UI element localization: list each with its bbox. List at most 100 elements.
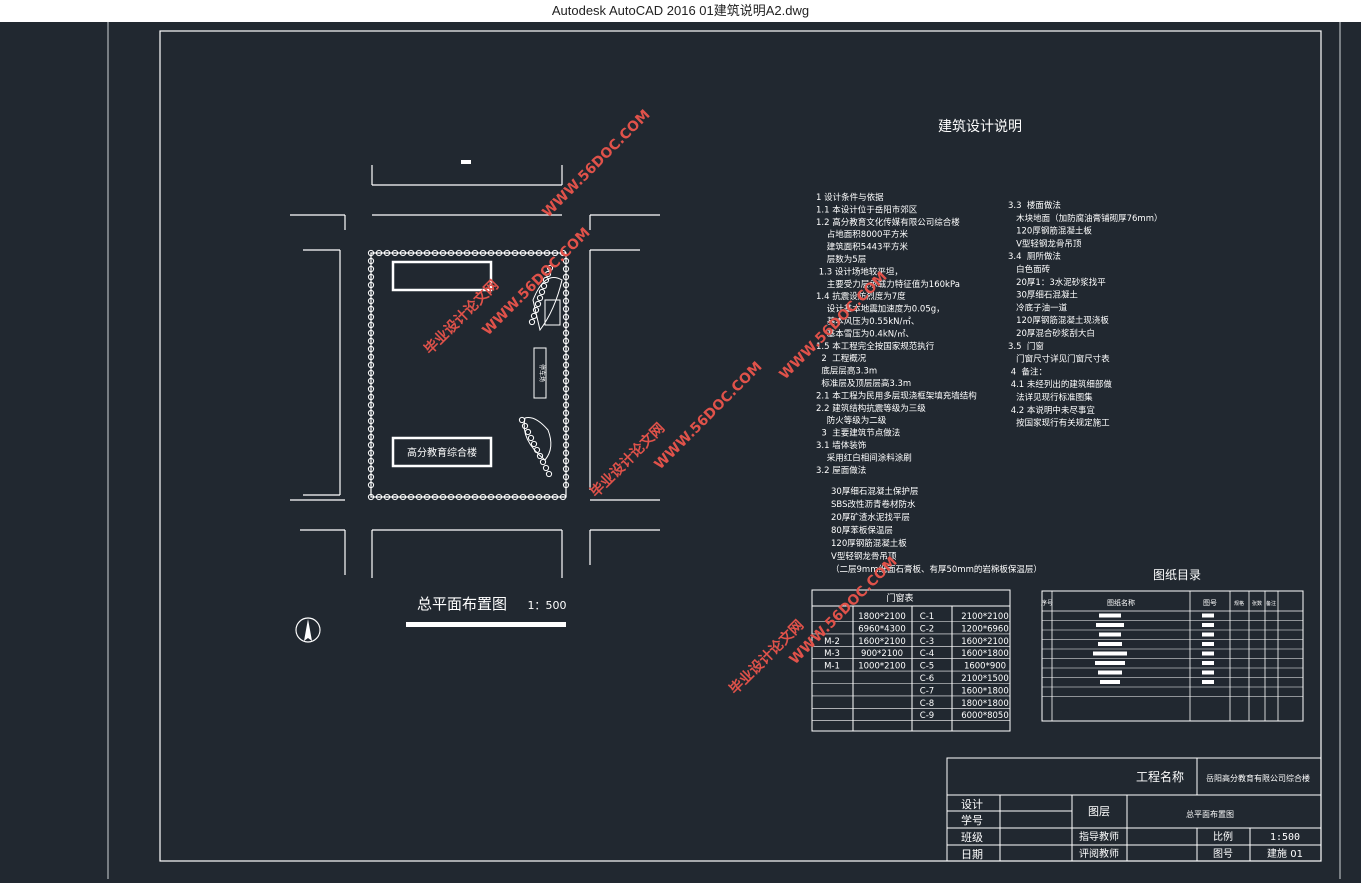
door-table-cell: 1600*1800 [961, 686, 1009, 696]
note-line: 120厚钢筋混凝土板 [831, 538, 907, 549]
note-line: 3 主要建筑节点做法 [816, 428, 900, 439]
door-table-cell: C-2 [920, 624, 934, 634]
reviewer-label: 评阅教师 [1079, 847, 1119, 860]
door-table-cell: M-3 [824, 649, 840, 659]
door-table-cell: C-9 [920, 711, 934, 721]
note-line: 法详见现行标准图集 [1008, 392, 1093, 403]
project-name: 岳阳高分教育有限公司综合楼 [1206, 773, 1310, 783]
note-line: 120厚钢筋混凝土现浇板 [1008, 315, 1109, 326]
door-table-title: 门窗表 [886, 592, 913, 604]
note-line: 4 备注： [1008, 366, 1047, 377]
door-table-cell: 6960*4300 [858, 624, 906, 634]
note-line: 80厚苯板保温层 [831, 525, 893, 536]
drawing-svg[interactable]: 建筑设计说明 高分教育综合楼 停车场 总平面布置图 1：500 1 设计条件与依… [0, 22, 1361, 879]
site-plan-scale: 1：500 [528, 599, 567, 612]
door-table-cell: C-6 [920, 674, 934, 684]
index-entry-name [1099, 632, 1121, 637]
door-table-rows: 1800*2100 C-1 2100*2100 6960*4300 C-2 1200*69… [812, 612, 1010, 721]
door-table-cell: C-1 [920, 612, 934, 622]
door-table-cell: 900*2100 [861, 649, 903, 659]
north-arrow-icon [295, 617, 321, 643]
tree-icon [521, 422, 529, 430]
door-table-cell: C-7 [920, 686, 934, 696]
layer-label: 图层 [1088, 805, 1110, 818]
note-line: 采用红白相间涂料涂刷 [816, 452, 912, 463]
side-label: 停车场 [538, 364, 546, 382]
door-table-cell: 1600*900 [964, 662, 1006, 672]
note-line: 层数为5层 [816, 254, 866, 265]
note-line: 30厚细石混凝土保护层 [831, 486, 918, 497]
index-entry-sheet [1202, 642, 1214, 646]
note-line: 门窗尺寸详见门窗尺寸表 [1008, 354, 1110, 365]
index-header-remarks: 备注 [1266, 600, 1276, 607]
index-entry-name [1100, 680, 1120, 684]
note-line: （二层9mm纸面石膏板、有厚50mm的岩棉板保温层） [831, 564, 1042, 575]
door-table-cell: C-4 [920, 649, 934, 659]
note-line: 2 工程概况 [816, 353, 867, 364]
note-line: 3.2 屋面做法 [816, 465, 866, 476]
sheet-label: 图号 [1213, 848, 1233, 860]
door-table-cell: 1600*2100 [961, 637, 1009, 647]
note-line: 占地面积8000平方米 [816, 229, 908, 240]
door-table-cell: M-1 [824, 662, 840, 672]
door-table-cell: 2100*1500 [961, 674, 1009, 684]
date-label: 日期 [961, 848, 983, 861]
door-table-cell: C-8 [920, 699, 934, 709]
index-entry-name [1099, 613, 1121, 618]
drawing-index-title: 图纸目录 [1153, 568, 1201, 582]
index-entry-sheet [1202, 661, 1214, 665]
site-plan [290, 160, 660, 578]
window-title-bar: Autodesk AutoCAD 2016 01建筑说明A2.dwg [0, 0, 1361, 22]
watermark-en-2: WWW.56DOC.COM [540, 107, 654, 221]
door-table-cell: 1800*1800 [961, 699, 1009, 709]
main-title: 建筑设计说明 [938, 119, 1022, 135]
note-line: 20厚矿渣水泥找平层 [831, 512, 910, 523]
building-label: 高分教育综合楼 [407, 446, 477, 459]
drawing-index-table: 序号 图纸名称 图号 规格 张数 备注 [1041, 590, 1304, 722]
note-line: 3.4 厕所做法 [1008, 251, 1061, 262]
drawing-canvas[interactable]: 建筑设计说明 高分教育综合楼 停车场 总平面布置图 1：500 1 设计条件与依… [0, 22, 1361, 879]
note-line: 按国家现行有关规定施工 [1008, 418, 1110, 429]
class-label: 班级 [961, 831, 983, 844]
note-line: V型轻钢龙骨吊顶 [1008, 238, 1082, 249]
tree-icon [538, 288, 546, 296]
note-line: 1 设计条件与依据 [816, 192, 884, 203]
index-entry-name [1098, 670, 1122, 675]
note-line: 4.1 未经列出的建筑细部做 [1008, 379, 1112, 390]
tree-icon [536, 294, 544, 302]
index-entry-sheet [1202, 680, 1214, 684]
note-line: 120厚钢筋混凝土板 [1008, 226, 1092, 237]
note-line: 底层层高3.3m [816, 366, 877, 377]
door-table-cell: 1600*1800 [961, 649, 1009, 659]
tree-icon [533, 446, 541, 454]
sheet-value: 建施 01 [1267, 847, 1303, 860]
tree-icon [534, 300, 542, 308]
tree-icon [530, 440, 538, 448]
tree-icon [527, 434, 535, 442]
note-line: 3.3 楼面做法 [1008, 200, 1061, 211]
note-line: 2.1 本工程为民用多层现浇框架填充墙结构 [816, 390, 977, 401]
tree-icon [539, 458, 547, 466]
tree-icon [545, 470, 553, 478]
index-header-sheet: 图号 [1203, 599, 1217, 607]
student-no-label: 学号 [961, 813, 983, 827]
design-label: 设计 [961, 798, 983, 811]
index-entry-name [1093, 651, 1127, 656]
scale-value: 1:500 [1270, 832, 1300, 843]
index-header-size: 规格 [1234, 600, 1244, 607]
door-table-cell: C-3 [920, 637, 934, 647]
caption-underline [406, 622, 566, 627]
drawing-frame [159, 30, 1322, 862]
note-line: 1.2 高分教育文化传媒有限公司综合楼 [816, 217, 960, 228]
note-line: 3.5 门窗 [1008, 341, 1044, 352]
watermark-en-1: WWW.56DOC.COM [480, 225, 594, 339]
note-line: 1.1 本设计位于岳阳市郊区 [816, 204, 918, 215]
door-table-cell: 6000*8050 [961, 711, 1009, 721]
tree-icon [530, 312, 538, 320]
door-table-cell: 1200*6960 [961, 624, 1009, 634]
door-table-cell: 2100*2100 [961, 612, 1009, 622]
index-entry-sheet [1202, 651, 1214, 656]
index-header-name: 图纸名称 [1107, 598, 1135, 607]
window-title: Autodesk AutoCAD 2016 01建筑说明A2.dwg [551, 3, 810, 18]
note-line: SBS改性沥青卷材防水 [831, 499, 916, 510]
